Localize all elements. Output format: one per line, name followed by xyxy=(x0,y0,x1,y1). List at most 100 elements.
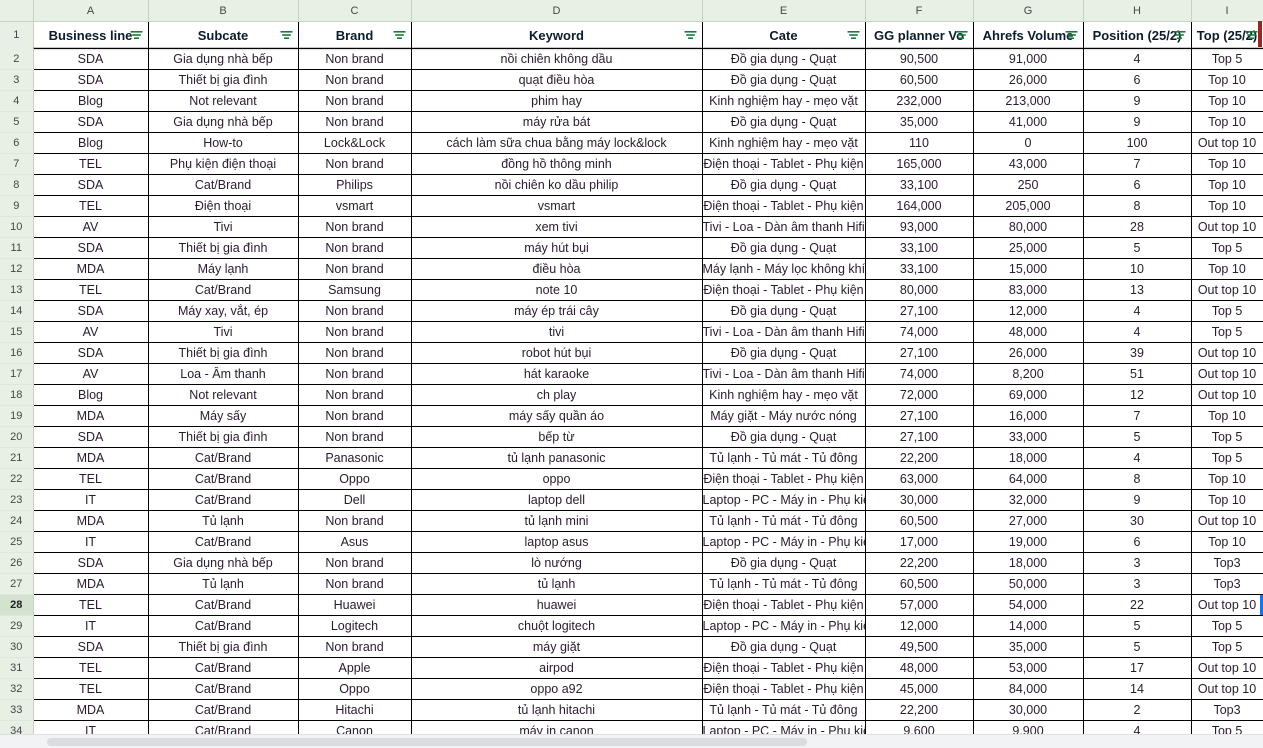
cell-A4[interactable]: Blog xyxy=(32,90,149,112)
cell-E10[interactable]: Tivi - Loa - Dàn âm thanh Hifi xyxy=(702,216,866,238)
cell-A13[interactable]: TEL xyxy=(32,279,149,301)
cell-G26[interactable]: 18,000 xyxy=(973,552,1084,574)
cell-G4[interactable]: 213,000 xyxy=(973,90,1084,112)
row-number-31[interactable]: 31 xyxy=(0,657,34,679)
cell-G24[interactable]: 27,000 xyxy=(973,510,1084,532)
cell-E15[interactable]: Tivi - Loa - Dàn âm thanh Hifi xyxy=(702,321,866,343)
cell-H22[interactable]: 8 xyxy=(1083,468,1192,490)
cell-E30[interactable]: Đồ gia dụng - Quạt xyxy=(702,636,866,658)
cell-I17[interactable]: Out top 10 xyxy=(1191,363,1263,385)
cell-A31[interactable]: TEL xyxy=(32,657,149,679)
cell-A27[interactable]: MDA xyxy=(32,573,149,595)
cell-G18[interactable]: 69,000 xyxy=(973,384,1084,406)
cell-I30[interactable]: Top 5 xyxy=(1191,636,1263,658)
cell-C27[interactable]: Non brand xyxy=(298,573,412,595)
cell-F31[interactable]: 48,000 xyxy=(865,657,974,679)
horizontal-scrollbar[interactable] xyxy=(0,734,1263,748)
cell-C11[interactable]: Non brand xyxy=(298,237,412,259)
cell-G22[interactable]: 64,000 xyxy=(973,468,1084,490)
cell-D26[interactable]: lò nướng xyxy=(411,552,703,574)
cell-E7[interactable]: Điện thoại - Tablet - Phụ kiện xyxy=(702,153,866,175)
cell-D19[interactable]: máy sấy quần áo xyxy=(411,405,703,427)
cell-G31[interactable]: 53,000 xyxy=(973,657,1084,679)
cell-C14[interactable]: Non brand xyxy=(298,300,412,322)
filter-funnel-icon[interactable] xyxy=(847,30,860,41)
cell-B6[interactable]: How-to xyxy=(148,132,299,154)
cell-A16[interactable]: SDA xyxy=(32,342,149,364)
cell-A30[interactable]: SDA xyxy=(32,636,149,658)
cell-G12[interactable]: 15,000 xyxy=(973,258,1084,280)
table-row[interactable]: 2 SDA Gia dụng nhà bếp Non brand nồi chiên k… xyxy=(0,48,1263,70)
row-number-29[interactable]: 29 xyxy=(0,615,34,637)
table-row[interactable]: 14 SDA Máy xay, vắt, ép Non brand máy ép trá… xyxy=(0,300,1263,322)
cell-B3[interactable]: Thiết bị gia đình xyxy=(148,69,299,91)
cell-G13[interactable]: 83,000 xyxy=(973,279,1084,301)
row-number-21[interactable]: 21 xyxy=(0,447,34,469)
cell-A6[interactable]: Blog xyxy=(32,132,149,154)
cell-G5[interactable]: 41,000 xyxy=(973,111,1084,133)
column-title-B[interactable]: Subcate xyxy=(147,21,299,49)
cell-B30[interactable]: Thiết bị gia đình xyxy=(148,636,299,658)
cell-G17[interactable]: 8,200 xyxy=(973,363,1084,385)
cell-A22[interactable]: TEL xyxy=(32,468,149,490)
cell-F23[interactable]: 30,000 xyxy=(865,489,974,511)
cell-C12[interactable]: Non brand xyxy=(298,258,412,280)
cell-F4[interactable]: 232,000 xyxy=(865,90,974,112)
table-row[interactable]: 11 SDA Thiết bị gia đình Non brand máy hút b… xyxy=(0,237,1263,259)
cell-B17[interactable]: Loa - Âm thanh xyxy=(148,363,299,385)
cell-H14[interactable]: 4 xyxy=(1083,300,1192,322)
cell-A26[interactable]: SDA xyxy=(32,552,149,574)
row-number-16[interactable]: 16 xyxy=(0,342,34,364)
filter-funnel-icon[interactable] xyxy=(1173,30,1186,41)
column-header-E[interactable]: E xyxy=(702,0,866,22)
cell-A8[interactable]: SDA xyxy=(32,174,149,196)
cell-A3[interactable]: SDA xyxy=(32,69,149,91)
cell-D18[interactable]: ch play xyxy=(411,384,703,406)
cell-C9[interactable]: vsmart xyxy=(298,195,412,217)
cell-C5[interactable]: Non brand xyxy=(298,111,412,133)
cell-D7[interactable]: đồng hồ thông minh xyxy=(411,153,703,175)
cell-G9[interactable]: 205,000 xyxy=(973,195,1084,217)
cell-F6[interactable]: 110 xyxy=(865,132,974,154)
cell-C25[interactable]: Asus xyxy=(298,531,412,553)
cell-I24[interactable]: Out top 10 xyxy=(1191,510,1263,532)
cell-I8[interactable]: Top 10 xyxy=(1191,174,1263,196)
cell-E28[interactable]: Điện thoại - Tablet - Phụ kiện xyxy=(702,594,866,616)
row-number-28[interactable]: 28 xyxy=(0,594,34,616)
cell-G8[interactable]: 250 xyxy=(973,174,1084,196)
cell-D3[interactable]: quạt điều hòa xyxy=(411,69,703,91)
cell-A24[interactable]: MDA xyxy=(32,510,149,532)
table-row[interactable]: 22 TEL Cat/Brand Oppo oppo Điện thoại - Table… xyxy=(0,468,1263,490)
column-header-B[interactable]: B xyxy=(148,0,299,22)
cell-G30[interactable]: 35,000 xyxy=(973,636,1084,658)
table-row[interactable]: 26 SDA Gia dụng nhà bếp Non brand lò nướng Đồ… xyxy=(0,552,1263,574)
column-title-D[interactable]: Keyword xyxy=(410,21,703,49)
cell-C8[interactable]: Philips xyxy=(298,174,412,196)
cell-E33[interactable]: Tủ lạnh - Tủ mát - Tủ đông xyxy=(702,699,866,721)
cell-H15[interactable]: 4 xyxy=(1083,321,1192,343)
cell-F13[interactable]: 80,000 xyxy=(865,279,974,301)
row-number-30[interactable]: 30 xyxy=(0,636,34,658)
table-row[interactable]: 9 TEL Điện thoại vsmart vsmart Điện thoại - T… xyxy=(0,195,1263,217)
cell-A20[interactable]: SDA xyxy=(32,426,149,448)
cell-F5[interactable]: 35,000 xyxy=(865,111,974,133)
cell-E11[interactable]: Đồ gia dụng - Quạt xyxy=(702,237,866,259)
cell-B7[interactable]: Phụ kiện điện thoại xyxy=(148,153,299,175)
row-number-4[interactable]: 4 xyxy=(0,90,34,112)
cell-F9[interactable]: 164,000 xyxy=(865,195,974,217)
cell-D17[interactable]: hát karaoke xyxy=(411,363,703,385)
column-title-H[interactable]: Position (25/2) xyxy=(1082,21,1192,49)
cell-I6[interactable]: Out top 10 xyxy=(1191,132,1263,154)
cell-E12[interactable]: Máy lạnh - Máy lọc không khí xyxy=(702,258,866,280)
cell-H2[interactable]: 4 xyxy=(1083,48,1192,70)
cell-B15[interactable]: Tivi xyxy=(148,321,299,343)
cell-B22[interactable]: Cat/Brand xyxy=(148,468,299,490)
cell-B16[interactable]: Thiết bị gia đình xyxy=(148,342,299,364)
cell-H29[interactable]: 5 xyxy=(1083,615,1192,637)
cell-C31[interactable]: Apple xyxy=(298,657,412,679)
cell-D13[interactable]: note 10 xyxy=(411,279,703,301)
spreadsheet-grid[interactable]: A B C D E F G H I 1 Business line Subcate B… xyxy=(0,0,1263,748)
cell-D32[interactable]: oppo a92 xyxy=(411,678,703,700)
cell-H5[interactable]: 9 xyxy=(1083,111,1192,133)
cell-G3[interactable]: 26,000 xyxy=(973,69,1084,91)
